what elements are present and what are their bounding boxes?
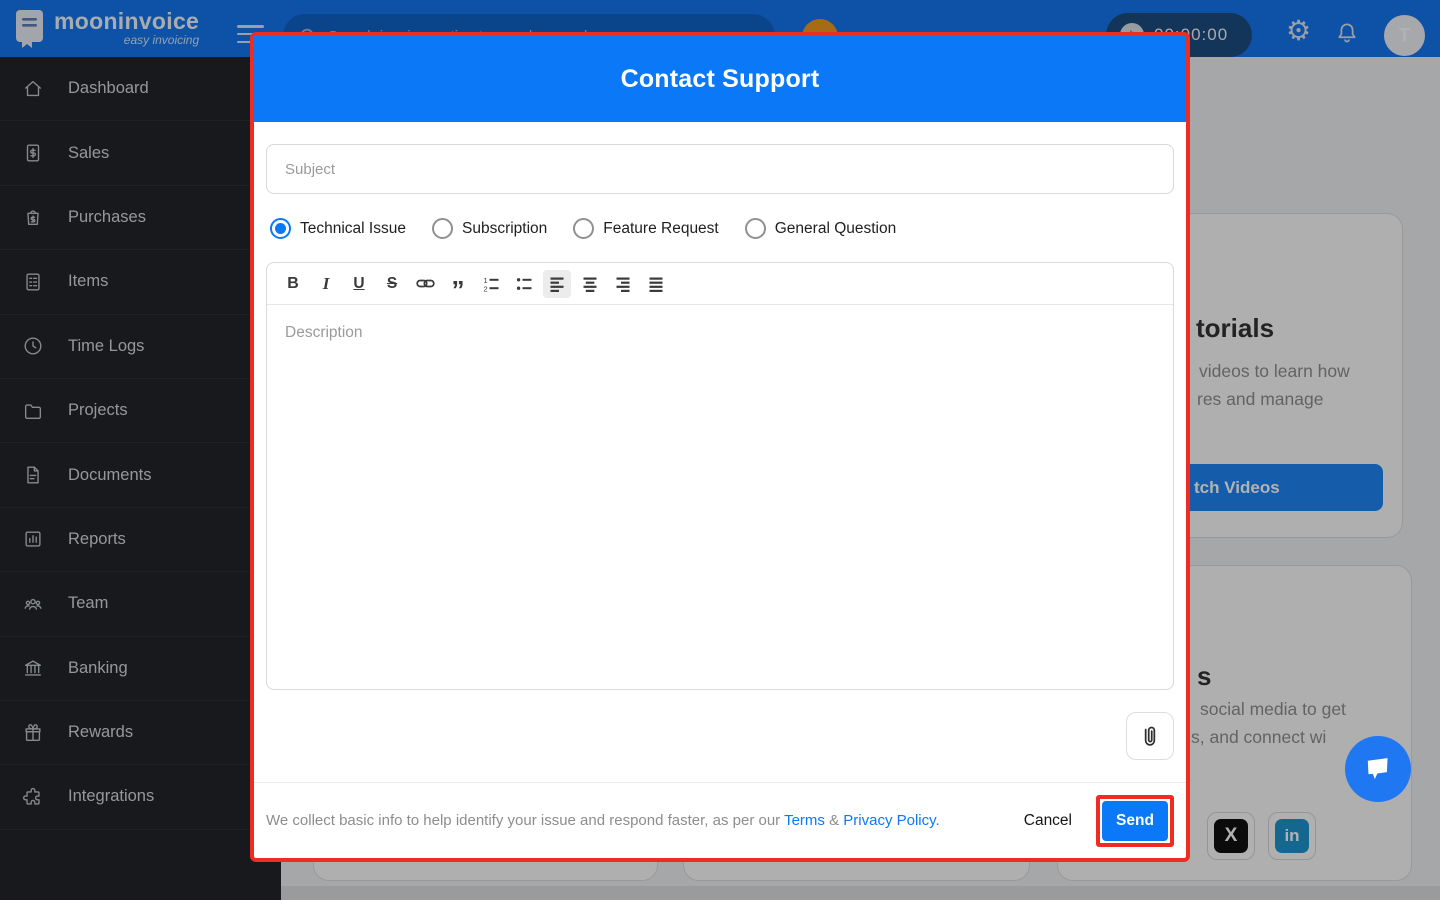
- terms-link[interactable]: Terms: [784, 812, 825, 829]
- ordered-list-button[interactable]: 12: [477, 270, 505, 298]
- italic-button[interactable]: I: [312, 270, 340, 298]
- bullet-list-icon: [516, 277, 532, 290]
- modal-title: Contact Support: [620, 64, 820, 93]
- privacy-disclaimer: We collect basic info to help identify y…: [266, 812, 940, 829]
- align-left-icon: [550, 277, 564, 292]
- category-radio-group: Technical Issue Subscription Feature Req…: [270, 218, 896, 239]
- radio-feature-request[interactable]: Feature Request: [573, 218, 719, 239]
- radio-circle-icon: [270, 218, 291, 239]
- strikethrough-button[interactable]: S: [378, 270, 406, 298]
- radio-technical-issue[interactable]: Technical Issue: [270, 218, 406, 239]
- align-center-icon: [583, 277, 597, 292]
- modal-footer: We collect basic info to help identify y…: [254, 783, 1186, 858]
- ordered-list-icon: 12: [484, 276, 499, 293]
- radio-circle-icon: [744, 218, 766, 239]
- align-right-button[interactable]: [609, 270, 637, 298]
- radio-circle-icon: [573, 218, 595, 239]
- radio-general-question[interactable]: General Question: [744, 218, 896, 239]
- screen: torials videos to learn how res and mana…: [0, 0, 1440, 900]
- attach-file-button[interactable]: [1126, 712, 1174, 760]
- description-editor: B I U S ” 12 Description: [266, 262, 1174, 690]
- align-justify-icon: [649, 277, 663, 292]
- contact-support-modal: Contact Support Technical Issue Subscrip…: [250, 32, 1190, 862]
- description-input[interactable]: Description: [267, 305, 1173, 689]
- align-justify-button[interactable]: [642, 270, 670, 298]
- svg-text:2: 2: [484, 284, 488, 293]
- bold-button[interactable]: B: [279, 270, 307, 298]
- align-left-button[interactable]: [543, 269, 571, 298]
- radio-subscription[interactable]: Subscription: [431, 218, 547, 239]
- align-center-button[interactable]: [576, 270, 604, 298]
- privacy-policy-link[interactable]: Privacy Policy.: [843, 812, 939, 829]
- send-button[interactable]: Send: [1102, 800, 1168, 841]
- paperclip-icon: [1144, 726, 1156, 746]
- bullet-list-button[interactable]: [510, 270, 538, 298]
- chat-bubble-icon: [1367, 758, 1388, 780]
- link-icon: [415, 279, 435, 288]
- radio-circle-icon: [431, 218, 453, 239]
- chat-widget-button[interactable]: [1345, 736, 1411, 802]
- modal-header: Contact Support: [254, 36, 1186, 122]
- underline-button[interactable]: U: [345, 270, 373, 298]
- align-right-icon: [616, 277, 630, 292]
- cancel-button[interactable]: Cancel: [1024, 812, 1072, 830]
- editor-toolbar: B I U S ” 12: [267, 263, 1173, 305]
- blockquote-button[interactable]: ”: [444, 270, 472, 303]
- subject-input[interactable]: [266, 144, 1174, 194]
- link-button[interactable]: [411, 270, 439, 298]
- send-button-highlight: Send: [1096, 794, 1174, 847]
